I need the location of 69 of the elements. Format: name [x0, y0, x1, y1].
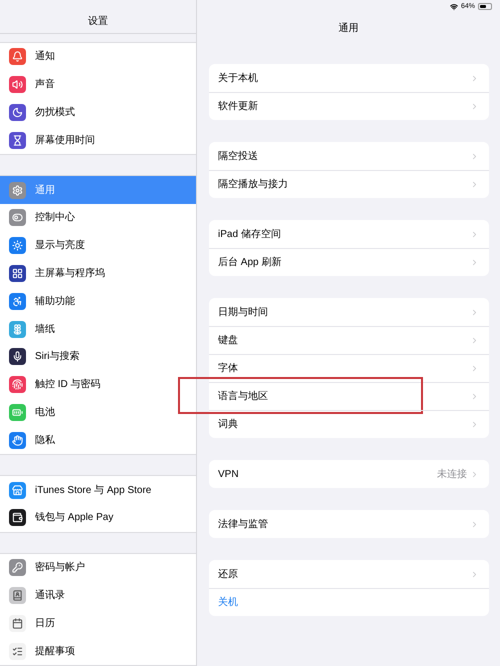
- settings-row[interactable]: 隔空播放与接力: [209, 170, 489, 198]
- settings-row[interactable]: 日期与时间: [209, 298, 489, 326]
- settings-row[interactable]: 语言与地区: [209, 382, 489, 410]
- row-label: 关于本机: [218, 72, 258, 86]
- sidebar-item-label: 通讯录: [35, 588, 65, 603]
- chevron-icon: [470, 102, 479, 111]
- chevron-icon: [470, 364, 479, 373]
- sidebar-item-label: 通知: [35, 50, 55, 64]
- row-label: 软件更新: [218, 100, 258, 114]
- chevron-icon: [470, 470, 479, 478]
- page-title: 通用: [338, 22, 358, 36]
- row-label: 关机: [218, 596, 238, 610]
- row-label: 词典: [218, 418, 238, 432]
- settings-row[interactable]: 后台 App 刷新: [209, 248, 489, 276]
- chevron-icon: [470, 570, 479, 578]
- sidebar-item-label: 显示与亮度: [35, 238, 85, 254]
- battery-icon: [478, 3, 492, 10]
- settings-row[interactable]: 键盘: [209, 326, 489, 354]
- row-label: 语言与地区: [218, 390, 268, 404]
- sidebar-item-label: 辅助功能: [35, 294, 75, 309]
- chevron-icon: [470, 420, 479, 429]
- row-label: 后台 App 刷新: [218, 256, 282, 270]
- sidebar-item-label: 勿扰模式: [35, 106, 75, 120]
- row-label: 法律与监管: [218, 518, 268, 532]
- sidebar-item-label: 隐私: [35, 434, 55, 448]
- chevron-icon: [470, 308, 479, 316]
- settings-row[interactable]: 法律与监管: [209, 510, 489, 538]
- row-label: 隔空投送: [218, 150, 258, 164]
- row-label: 隔空播放与接力: [218, 178, 288, 192]
- row-label: 键盘: [218, 334, 238, 348]
- sidebar-item-label: 墙纸: [35, 322, 55, 337]
- sidebar-item-label: 通用: [35, 184, 55, 198]
- chevron-icon: [470, 152, 479, 160]
- row-label: 字体: [218, 362, 238, 376]
- settings-row[interactable]: iPad 储存空间: [209, 220, 489, 248]
- sidebar-item-label: 控制中心: [35, 210, 75, 226]
- sidebar-title: 设置: [88, 14, 108, 30]
- chevron-icon: [470, 74, 479, 82]
- row-value: 未连接: [437, 468, 467, 482]
- sidebar-item-label: 钱包与 Apple Pay: [35, 510, 114, 526]
- settings-row[interactable]: 关于本机: [209, 64, 489, 92]
- row-label: 还原: [218, 568, 238, 582]
- row-label: VPN: [218, 468, 239, 482]
- sidebar-item-label: 屏幕使用时间: [35, 134, 95, 148]
- chevron-icon: [470, 180, 479, 189]
- sidebar-item-label: 触控 ID 与密码: [35, 378, 101, 392]
- settings-row[interactable]: 软件更新: [209, 92, 489, 120]
- sidebar-item-label: 主屏幕与程序坞: [35, 266, 105, 282]
- row-label: 日期与时间: [218, 306, 268, 320]
- chevron-icon: [470, 258, 479, 267]
- settings-row[interactable]: 隔空投送: [209, 142, 489, 170]
- chevron-icon: [470, 392, 479, 401]
- settings-row[interactable]: 字体: [209, 354, 489, 382]
- settings-row[interactable]: 关机: [209, 588, 489, 616]
- sidebar-item-label: 日历: [35, 616, 55, 631]
- chevron-icon: [470, 230, 479, 238]
- settings-row[interactable]: 词典: [209, 410, 489, 438]
- sidebar-item-label: iTunes Store 与 App Store: [35, 484, 152, 498]
- sidebar-item-label: Siri与搜索: [35, 350, 80, 364]
- wifi-icon: [450, 2, 458, 10]
- sidebar-item-label: 电池: [35, 406, 55, 420]
- row-label: iPad 储存空间: [218, 228, 281, 242]
- sidebar-item-label: 密码与帐户: [35, 560, 85, 576]
- chevron-icon: [470, 336, 479, 345]
- chevron-icon: [470, 520, 479, 528]
- sidebar-item-label: 声音: [35, 78, 55, 92]
- sidebar-item-label: 提醒事项: [35, 644, 75, 659]
- settings-row[interactable]: 还原: [209, 560, 489, 588]
- settings-row[interactable]: VPN 未连接: [209, 460, 489, 488]
